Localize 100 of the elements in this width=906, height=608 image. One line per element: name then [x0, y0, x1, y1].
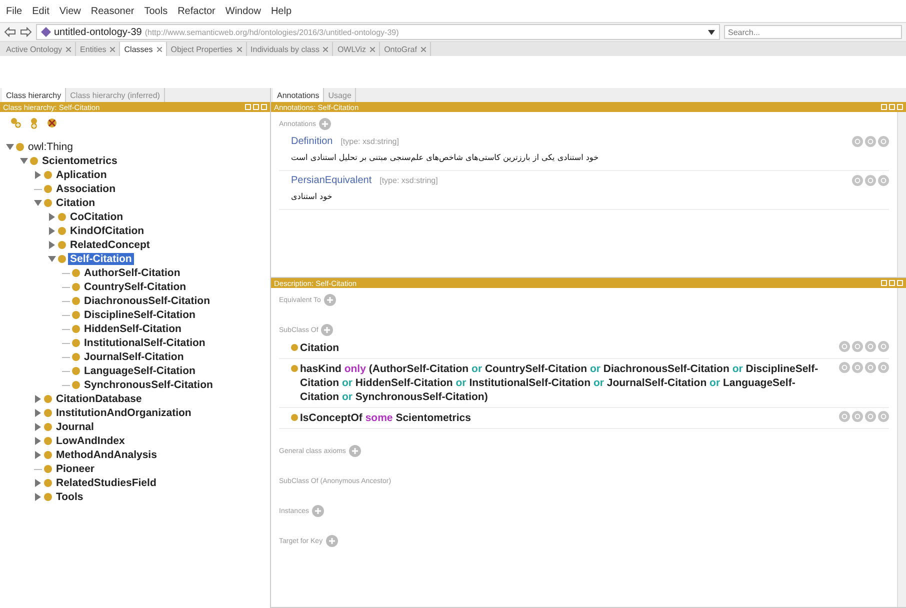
tab[interactable]: Individuals by class — [246, 42, 334, 56]
view-tab[interactable]: Class hierarchy — [2, 88, 66, 102]
menu-item[interactable]: View — [59, 6, 81, 16]
tree-item[interactable]: CitationDatabase — [54, 393, 144, 405]
tree-item[interactable]: Citation — [54, 197, 98, 209]
close-icon[interactable] — [370, 46, 376, 52]
tree-item[interactable]: RelatedStudiesField — [54, 477, 158, 489]
tree-item[interactable]: Scientometrics — [40, 155, 120, 167]
tree-item[interactable]: LowAndIndex — [54, 435, 127, 447]
close-icon[interactable] — [236, 46, 242, 52]
toggle-icon[interactable] — [34, 171, 42, 179]
add-icon[interactable] — [324, 294, 336, 306]
toggle-icon[interactable] — [34, 479, 42, 487]
toggle-icon[interactable] — [34, 423, 42, 431]
tab[interactable]: Object Properties — [166, 42, 247, 56]
action-icon[interactable] — [865, 136, 876, 147]
tree-item[interactable]: CoCitation — [68, 211, 126, 223]
toggle-icon[interactable] — [48, 255, 56, 263]
action-icon[interactable] — [865, 411, 876, 422]
toggle-icon[interactable] — [48, 213, 56, 221]
tree-item[interactable]: SynchronousSelf-Citation — [82, 379, 215, 391]
tree-item[interactable]: Aplication — [54, 169, 109, 181]
toggle-icon[interactable] — [34, 395, 42, 403]
add-icon[interactable] — [312, 505, 324, 517]
tree-item[interactable]: Self-Citation — [68, 253, 134, 265]
toggle-icon[interactable] — [6, 143, 14, 151]
class-expression[interactable]: hasKind only (AuthorSelf-Citation or CountrySelf-Citation or DiachronousSelf-Citation or DisciplineSelf-Citation or HiddenSelf-Citation or InstitutionalSelf-Citation or JournalSelf-Citation or LanguageSelf-Citation or SynchronousSelf-Citation) — [300, 362, 830, 404]
tree-item[interactable]: InstitutionalSelf-Citation — [82, 337, 208, 349]
dropdown-caret-icon[interactable] — [708, 30, 715, 34]
toggle-icon[interactable] — [34, 493, 42, 501]
scrollbar[interactable] — [897, 288, 906, 607]
tree-item[interactable]: DisciplineSelf-Citation — [82, 309, 198, 321]
toggle-icon[interactable] — [34, 451, 42, 459]
tree-item[interactable]: RelatedConcept — [68, 239, 152, 251]
menu-item[interactable]: Window — [225, 6, 261, 16]
tree-item[interactable]: CountrySelf-Citation — [82, 281, 188, 293]
add-subclass-icon[interactable] — [10, 117, 22, 129]
menu-item[interactable]: Tools — [144, 6, 168, 16]
toggle-icon[interactable] — [34, 409, 42, 417]
annotation-property[interactable]: PersianEquivalent — [291, 175, 372, 186]
annotation-property[interactable]: Definition — [291, 136, 333, 147]
toggle-icon[interactable] — [20, 157, 28, 165]
action-icon[interactable] — [878, 341, 889, 352]
view-tab[interactable]: Annotations — [273, 88, 324, 102]
action-icon[interactable] — [878, 136, 889, 147]
add-icon[interactable] — [321, 324, 334, 336]
close-icon[interactable] — [323, 46, 328, 52]
action-icon[interactable] — [839, 362, 850, 373]
close-icon[interactable] — [66, 46, 72, 52]
add-icon[interactable] — [318, 118, 331, 130]
close-icon[interactable] — [110, 46, 116, 52]
tab[interactable]: Active Ontology — [2, 42, 76, 56]
action-icon[interactable] — [878, 362, 889, 373]
view-controls-icon[interactable] — [881, 280, 903, 286]
tree-item[interactable]: AuthorSelf-Citation — [82, 267, 182, 279]
tree-item[interactable]: DiachronousSelf-Citation — [82, 295, 212, 307]
action-icon[interactable] — [839, 341, 850, 352]
action-icon[interactable] — [852, 341, 863, 352]
menu-item[interactable]: Help — [270, 6, 292, 16]
menu-item[interactable]: Refactor — [178, 6, 216, 16]
close-icon[interactable] — [420, 46, 426, 52]
menu-item[interactable]: File — [6, 6, 22, 16]
delete-class-icon[interactable] — [46, 117, 58, 129]
forward-icon[interactable] — [20, 27, 32, 37]
toggle-icon[interactable] — [34, 199, 42, 207]
back-icon[interactable] — [4, 27, 16, 37]
tree-item[interactable]: InstitutionAndOrganization — [54, 407, 194, 419]
toggle-icon[interactable] — [48, 241, 56, 249]
tree-item[interactable]: JournalSelf-Citation — [82, 351, 186, 363]
action-icon[interactable] — [865, 341, 876, 352]
add-icon[interactable] — [326, 535, 338, 547]
action-icon[interactable] — [852, 175, 863, 186]
tree-item[interactable]: Journal — [54, 421, 96, 433]
tree-item[interactable]: LanguageSelf-Citation — [82, 365, 198, 377]
action-icon[interactable] — [852, 362, 863, 373]
tree-item[interactable]: Association — [54, 183, 118, 195]
view-controls-icon[interactable] — [245, 104, 267, 110]
action-icon[interactable] — [839, 411, 850, 422]
class-expression[interactable]: IsConceptOf some Scientometrics — [300, 411, 471, 425]
close-icon[interactable] — [156, 46, 162, 52]
tab[interactable]: Classes — [120, 42, 167, 56]
action-icon[interactable] — [852, 136, 863, 147]
toggle-icon[interactable] — [48, 227, 56, 235]
add-sibling-icon[interactable] — [28, 117, 40, 129]
tree-item[interactable]: KindOfCitation — [68, 225, 146, 237]
scrollbar[interactable] — [897, 112, 906, 277]
menu-item[interactable]: Edit — [32, 6, 50, 16]
ontology-field[interactable]: untitled-ontology-39 (http://www.semanticweb.org/hd/ontologies/2016/3/untitled-ontology-39) — [36, 24, 720, 40]
toggle-icon[interactable] — [34, 437, 42, 445]
action-icon[interactable] — [878, 411, 889, 422]
action-icon[interactable] — [865, 175, 876, 186]
tree-item[interactable]: Tools — [54, 491, 86, 503]
tree-item[interactable]: owl:Thing — [26, 141, 75, 153]
tree-item[interactable]: MethodAndAnalysis — [54, 449, 159, 461]
menu-item[interactable]: Reasoner — [90, 6, 134, 16]
action-icon[interactable] — [865, 362, 876, 373]
tree-item[interactable]: Pioneer — [54, 463, 97, 475]
action-icon[interactable] — [852, 411, 863, 422]
tab[interactable]: OWLViz — [333, 42, 380, 56]
tab[interactable]: OntoGraf — [380, 42, 431, 56]
